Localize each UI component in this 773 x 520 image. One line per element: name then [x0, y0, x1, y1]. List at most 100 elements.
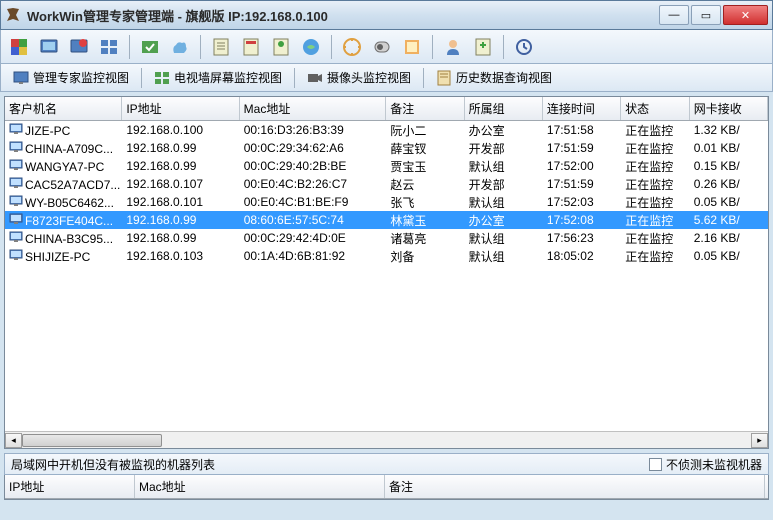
cell-mac: 00:0C:29:42:4D:0E [240, 230, 387, 246]
toolbar-btn-16[interactable] [512, 35, 536, 59]
col-time[interactable]: 连接时间 [543, 97, 621, 120]
cell-ip: 192.168.0.99 [122, 158, 239, 174]
table-row[interactable]: WANGYA7-PC192.168.0.9900:0C:29:40:2B:BE贾… [5, 157, 768, 175]
minimize-button[interactable]: — [659, 5, 689, 25]
cell-hostname: CAC52A7ACD7... [5, 176, 122, 193]
cell-time: 17:56:23 [543, 230, 621, 246]
cell-mac: 00:E0:4C:B1:BE:F9 [240, 194, 387, 210]
tab-label: 管理专家监控视图 [33, 69, 129, 86]
col-hostname[interactable]: 客户机名 [5, 97, 122, 120]
scroll-left-button[interactable]: ◂ [5, 433, 22, 448]
checkbox-label: 不侦测未监视机器 [666, 456, 762, 473]
cell-net: 0.01 KB/ [690, 140, 768, 156]
table-row[interactable]: CAC52A7ACD7...192.168.0.10700:E0:4C:B2:2… [5, 175, 768, 193]
cell-status: 正在监控 [621, 121, 690, 140]
detect-checkbox-wrap[interactable]: 不侦测未监视机器 [649, 456, 762, 473]
grid-body: JIZE-PC192.168.0.10000:16:D3:26:B3:39阮小二… [5, 121, 768, 431]
cell-remark: 贾宝玉 [386, 157, 464, 176]
history-icon [436, 70, 452, 86]
tab-camera-view[interactable]: 摄像头监控视图 [301, 67, 417, 88]
cell-status: 正在监控 [621, 247, 690, 266]
scroll-right-button[interactable]: ▸ [751, 433, 768, 448]
cell-ip: 192.168.0.103 [122, 248, 239, 264]
pc-icon [9, 249, 23, 261]
cell-remark: 薛宝钗 [386, 139, 464, 158]
pc-icon [9, 141, 23, 153]
table-row[interactable]: CHINA-B3C95...192.168.0.9900:0C:29:42:4D… [5, 229, 768, 247]
cell-hostname: JIZE-PC [5, 122, 122, 139]
toolbar-btn-13[interactable] [400, 35, 424, 59]
cell-remark: 阮小二 [386, 121, 464, 140]
bcol-mac[interactable]: Mac地址 [135, 475, 385, 498]
cell-group: 默认组 [465, 229, 543, 248]
window-controls: — ▭ ✕ [659, 5, 768, 25]
client-grid: 客户机名 IP地址 Mac地址 备注 所属组 连接时间 状态 网卡接收 JIZE… [4, 96, 769, 449]
cell-hostname: SHIJIZE-PC [5, 248, 122, 265]
horizontal-scrollbar[interactable]: ◂ ▸ [5, 431, 768, 448]
toolbar-btn-1[interactable] [7, 35, 31, 59]
tab-monitor-view[interactable]: 管理专家监控视图 [7, 67, 135, 88]
title-bar: WorkWin管理专家管理端 - 旗舰版 IP:192.168.0.100 — … [0, 0, 773, 30]
table-row[interactable]: SHIJIZE-PC192.168.0.10300:1A:4D:6B:81:92… [5, 247, 768, 265]
pc-icon [9, 159, 23, 171]
main-content: 客户机名 IP地址 Mac地址 备注 所属组 连接时间 状态 网卡接收 JIZE… [0, 92, 773, 453]
cell-group: 办公室 [465, 211, 543, 230]
toolbar-btn-4[interactable] [97, 35, 121, 59]
cell-time: 17:52:00 [543, 158, 621, 174]
cell-status: 正在监控 [621, 229, 690, 248]
bottom-grid-header: IP地址 Mac地址 备注 [5, 475, 768, 499]
cell-remark: 诸葛亮 [386, 229, 464, 248]
col-ip[interactable]: IP地址 [122, 97, 239, 120]
col-remark[interactable]: 备注 [386, 97, 464, 120]
scroll-thumb[interactable] [22, 434, 162, 447]
tab-wall-view[interactable]: 电视墙屏幕监控视图 [148, 67, 288, 88]
toolbar-btn-15[interactable] [471, 35, 495, 59]
cell-hostname: F8723FE404C... [5, 212, 122, 229]
cell-mac: 00:1A:4D:6B:81:92 [240, 248, 387, 264]
scroll-track[interactable] [22, 433, 751, 448]
cell-remark: 赵云 [386, 175, 464, 194]
col-mac[interactable]: Mac地址 [240, 97, 387, 120]
bottom-grid: IP地址 Mac地址 备注 [4, 475, 769, 500]
close-button[interactable]: ✕ [723, 5, 768, 25]
col-group[interactable]: 所属组 [465, 97, 543, 120]
table-row[interactable]: F8723FE404C...192.168.0.9908:60:6E:57:5C… [5, 211, 768, 229]
cell-group: 默认组 [465, 193, 543, 212]
pc-icon [9, 231, 23, 243]
toolbar-btn-9[interactable] [269, 35, 293, 59]
monitor-icon [13, 70, 29, 86]
toolbar-btn-6[interactable] [168, 35, 192, 59]
cell-time: 18:05:02 [543, 248, 621, 264]
cell-mac: 00:E0:4C:B2:26:C7 [240, 176, 387, 192]
table-row[interactable]: JIZE-PC192.168.0.10000:16:D3:26:B3:39阮小二… [5, 121, 768, 139]
cell-ip: 192.168.0.99 [122, 230, 239, 246]
toolbar-btn-8[interactable] [239, 35, 263, 59]
toolbar-btn-14[interactable] [441, 35, 465, 59]
cell-hostname: WANGYA7-PC [5, 158, 122, 175]
bcol-remark[interactable]: 备注 [385, 475, 765, 498]
app-icon [5, 7, 21, 23]
toolbar-btn-5[interactable] [138, 35, 162, 59]
cell-net: 0.05 KB/ [690, 248, 768, 264]
cell-time: 17:51:59 [543, 176, 621, 192]
toolbar-btn-10[interactable] [299, 35, 323, 59]
tab-history-view[interactable]: 历史数据查询视图 [430, 67, 558, 88]
cell-time: 17:52:08 [543, 212, 621, 228]
cell-group: 开发部 [465, 175, 543, 194]
toolbar-btn-11[interactable] [340, 35, 364, 59]
detect-checkbox[interactable] [649, 458, 662, 471]
table-row[interactable]: CHINA-A709C...192.168.0.9900:0C:29:34:62… [5, 139, 768, 157]
toolbar-btn-2[interactable] [37, 35, 61, 59]
col-status[interactable]: 状态 [621, 97, 690, 120]
bcol-ip[interactable]: IP地址 [5, 475, 135, 498]
col-net[interactable]: 网卡接收 [690, 97, 768, 120]
cell-status: 正在监控 [621, 157, 690, 176]
toolbar-btn-12[interactable] [370, 35, 394, 59]
cell-group: 默认组 [465, 247, 543, 266]
cell-group: 办公室 [465, 121, 543, 140]
bottom-bar: 局域网中开机但没有被监视的机器列表 不侦测未监视机器 [4, 453, 769, 475]
table-row[interactable]: WY-B05C6462...192.168.0.10100:E0:4C:B1:B… [5, 193, 768, 211]
toolbar-btn-7[interactable] [209, 35, 233, 59]
toolbar-btn-3[interactable] [67, 35, 91, 59]
maximize-button[interactable]: ▭ [691, 5, 721, 25]
